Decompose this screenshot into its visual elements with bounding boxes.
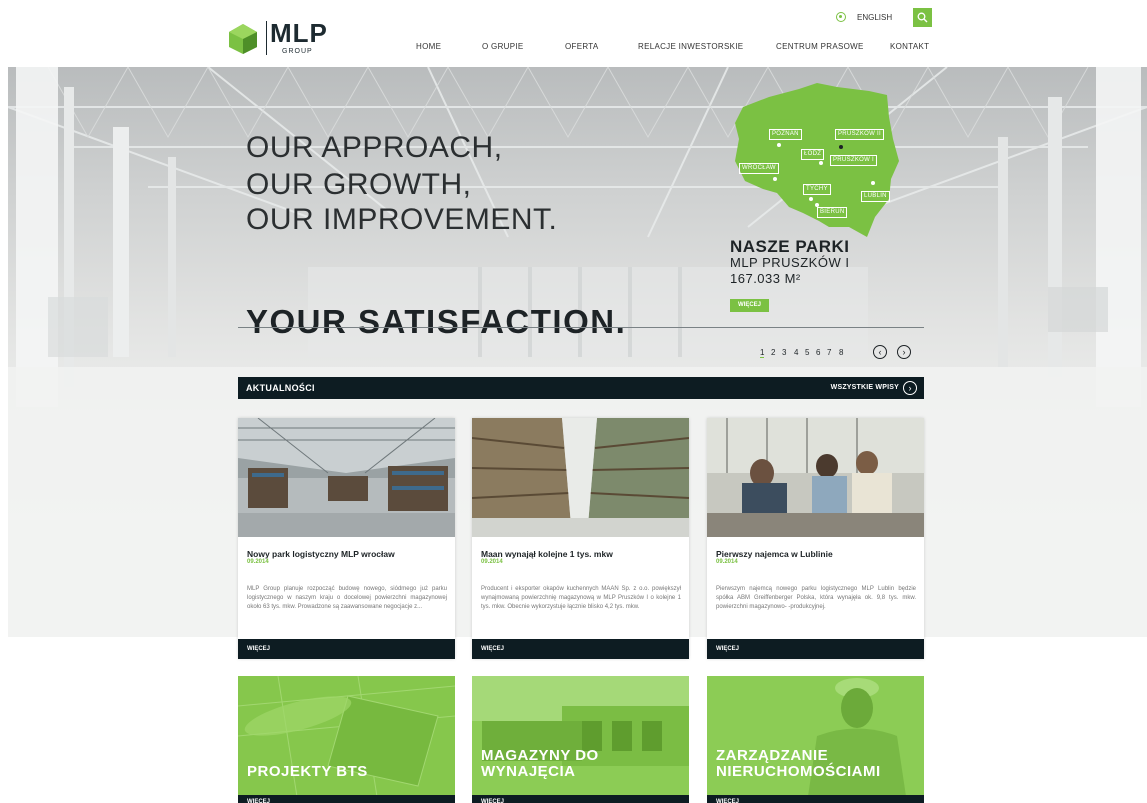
next-slide-button[interactable]: › (897, 345, 911, 359)
tile-projekty-bts[interactable]: PROJEKTY BTS WIĘCEJ (238, 676, 455, 803)
page-6[interactable]: 6 (816, 348, 820, 357)
site-header: MLP GROUP ENGLISH HOME O GRUPIE OFERTA R… (0, 0, 1147, 67)
park-more-button[interactable]: WIĘCEJ (730, 299, 769, 312)
news-card[interactable]: Maan wynajął kolejne 1 tys. mkw 09.2014 … (472, 418, 689, 659)
news-excerpt: Producent i eksporter okapów kuchennych … (481, 586, 681, 610)
chevron-right-icon: › (902, 347, 906, 357)
tile-more-button[interactable]: WIĘCEJ (707, 795, 924, 803)
search-button[interactable] (913, 8, 932, 27)
news-more-button[interactable]: WIĘCEJ (472, 639, 689, 659)
logo-gem-icon (229, 23, 257, 54)
city-lodz[interactable]: ŁÓDŹ (801, 149, 825, 160)
tile-title-line-1: MAGAZYNY DO (481, 747, 599, 764)
news-title: Nowy park logistyczny MLP wrocław (247, 549, 395, 559)
poland-map: POZNAŃ PRUSZKÓW II ŁÓDŹ PRUSZKÓW I WROCŁ… (729, 77, 899, 247)
tile-title-line-2: WYNAJĘCIA (481, 763, 576, 780)
tile-more-button[interactable]: WIĘCEJ (238, 795, 455, 803)
news-date: 09.2014 (247, 559, 269, 565)
park-title: NASZE PARKI (730, 237, 850, 256)
city-poznan[interactable]: POZNAŃ (769, 129, 802, 140)
nav-centrum-prasowe[interactable]: CENTRUM PRASOWE (776, 42, 864, 51)
tile-zarzadzanie[interactable]: ZARZĄDZANIE NIERUCHOMOŚCIAMI WIĘCEJ (707, 676, 924, 803)
globe-icon (836, 12, 846, 22)
hero-divider (238, 327, 924, 328)
news-title: Pierwszy najemca w Lublinie (716, 549, 833, 559)
news-excerpt: Pierwszym najemcą nowego parku logistycz… (716, 586, 916, 610)
park-name: MLP PRUSZKÓW I (730, 255, 850, 270)
nav-kontakt[interactable]: KONTAKT (890, 42, 929, 51)
park-area: 167.033 M² (730, 271, 801, 286)
city-dot (809, 197, 813, 201)
nav-home[interactable]: HOME (416, 42, 441, 51)
chevron-right-icon[interactable]: › (903, 381, 917, 395)
hero-bold-line: YOUR SATISFACTION. (246, 303, 627, 340)
page-2[interactable]: 2 (771, 348, 775, 357)
page: MLP GROUP ENGLISH HOME O GRUPIE OFERTA R… (0, 0, 1147, 803)
blueprint-image (238, 676, 455, 803)
news-title: Maan wynajął kolejne 1 tys. mkw (481, 549, 613, 559)
logo-divider (266, 21, 267, 55)
page-1[interactable]: 1 (760, 348, 765, 358)
news-more-button[interactable]: WIĘCEJ (707, 639, 924, 659)
news-image-warehouse (238, 418, 455, 537)
chevron-left-icon: ‹ (878, 347, 882, 357)
news-image-meeting (707, 418, 924, 537)
city-dot (819, 161, 823, 165)
nav-oferta[interactable]: OFERTA (565, 42, 599, 51)
city-dot (773, 177, 777, 181)
nav-o-grupie[interactable]: O GRUPIE (482, 42, 524, 51)
page-4[interactable]: 4 (794, 348, 798, 357)
city-dot (871, 181, 875, 185)
city-tychy[interactable]: TYCHY (803, 184, 831, 195)
page-5[interactable]: 5 (805, 348, 809, 357)
hero-line-1: OUR APPROACH, (246, 131, 503, 164)
news-card[interactable]: Nowy park logistyczny MLP wrocław 09.201… (238, 418, 455, 659)
logo-name: MLP (270, 18, 328, 48)
worker-image (707, 676, 924, 803)
hero-line-2: OUR GROWTH, (246, 168, 472, 201)
news-excerpt: MLP Group planuje rozpocząć budowę noweg… (247, 586, 447, 610)
search-icon (917, 12, 928, 23)
news-image-racks (472, 418, 689, 537)
tile-title-line-2: NIERUCHOMOŚCIAMI (716, 763, 881, 780)
tile-more-button[interactable]: WIĘCEJ (472, 795, 689, 803)
prev-slide-button[interactable]: ‹ (873, 345, 887, 359)
loading-dock-image (472, 676, 689, 803)
page-8[interactable]: 8 (839, 348, 843, 357)
news-title: AKTUALNOŚCI (246, 383, 315, 393)
hero-line-3: OUR IMPROVEMENT. (246, 203, 558, 236)
city-dot-active (839, 145, 843, 149)
city-dot (777, 143, 781, 147)
logo[interactable]: MLP GROUP (226, 18, 328, 56)
news-more-button[interactable]: WIĘCEJ (238, 639, 455, 659)
language-switch[interactable]: ENGLISH (836, 12, 892, 22)
city-lublin[interactable]: LUBLIN (861, 191, 890, 202)
nav-relacje-inwestorskie[interactable]: RELACJE INWESTORSKIE (638, 42, 743, 51)
tile-title: PROJEKTY BTS (247, 763, 368, 780)
tile-magazyny[interactable]: MAGAZYNY DO WYNAJĘCIA WIĘCEJ (472, 676, 689, 803)
city-wroclaw[interactable]: WROCŁAW (739, 163, 779, 174)
page-7[interactable]: 7 (827, 348, 831, 357)
all-posts-link[interactable]: WSZYSTKIE WPISY (831, 384, 899, 391)
news-card[interactable]: Pierwszy najemca w Lublinie 09.2014 Pier… (707, 418, 924, 659)
city-pruszkow-ii[interactable]: PRUSZKÓW II (835, 129, 884, 140)
logo-sub: GROUP (282, 48, 313, 55)
news-bar: AKTUALNOŚCI WSZYSTKIE WPISY › (238, 377, 924, 399)
language-label: ENGLISH (857, 12, 893, 22)
page-3[interactable]: 3 (782, 348, 786, 357)
tile-title-line-1: ZARZĄDZANIE (716, 747, 829, 764)
news-date: 09.2014 (716, 559, 738, 565)
news-date: 09.2014 (481, 559, 503, 565)
city-bierun[interactable]: BIERUŃ (817, 207, 848, 218)
city-pruszkow-i[interactable]: PRUSZKÓW I (830, 155, 878, 166)
